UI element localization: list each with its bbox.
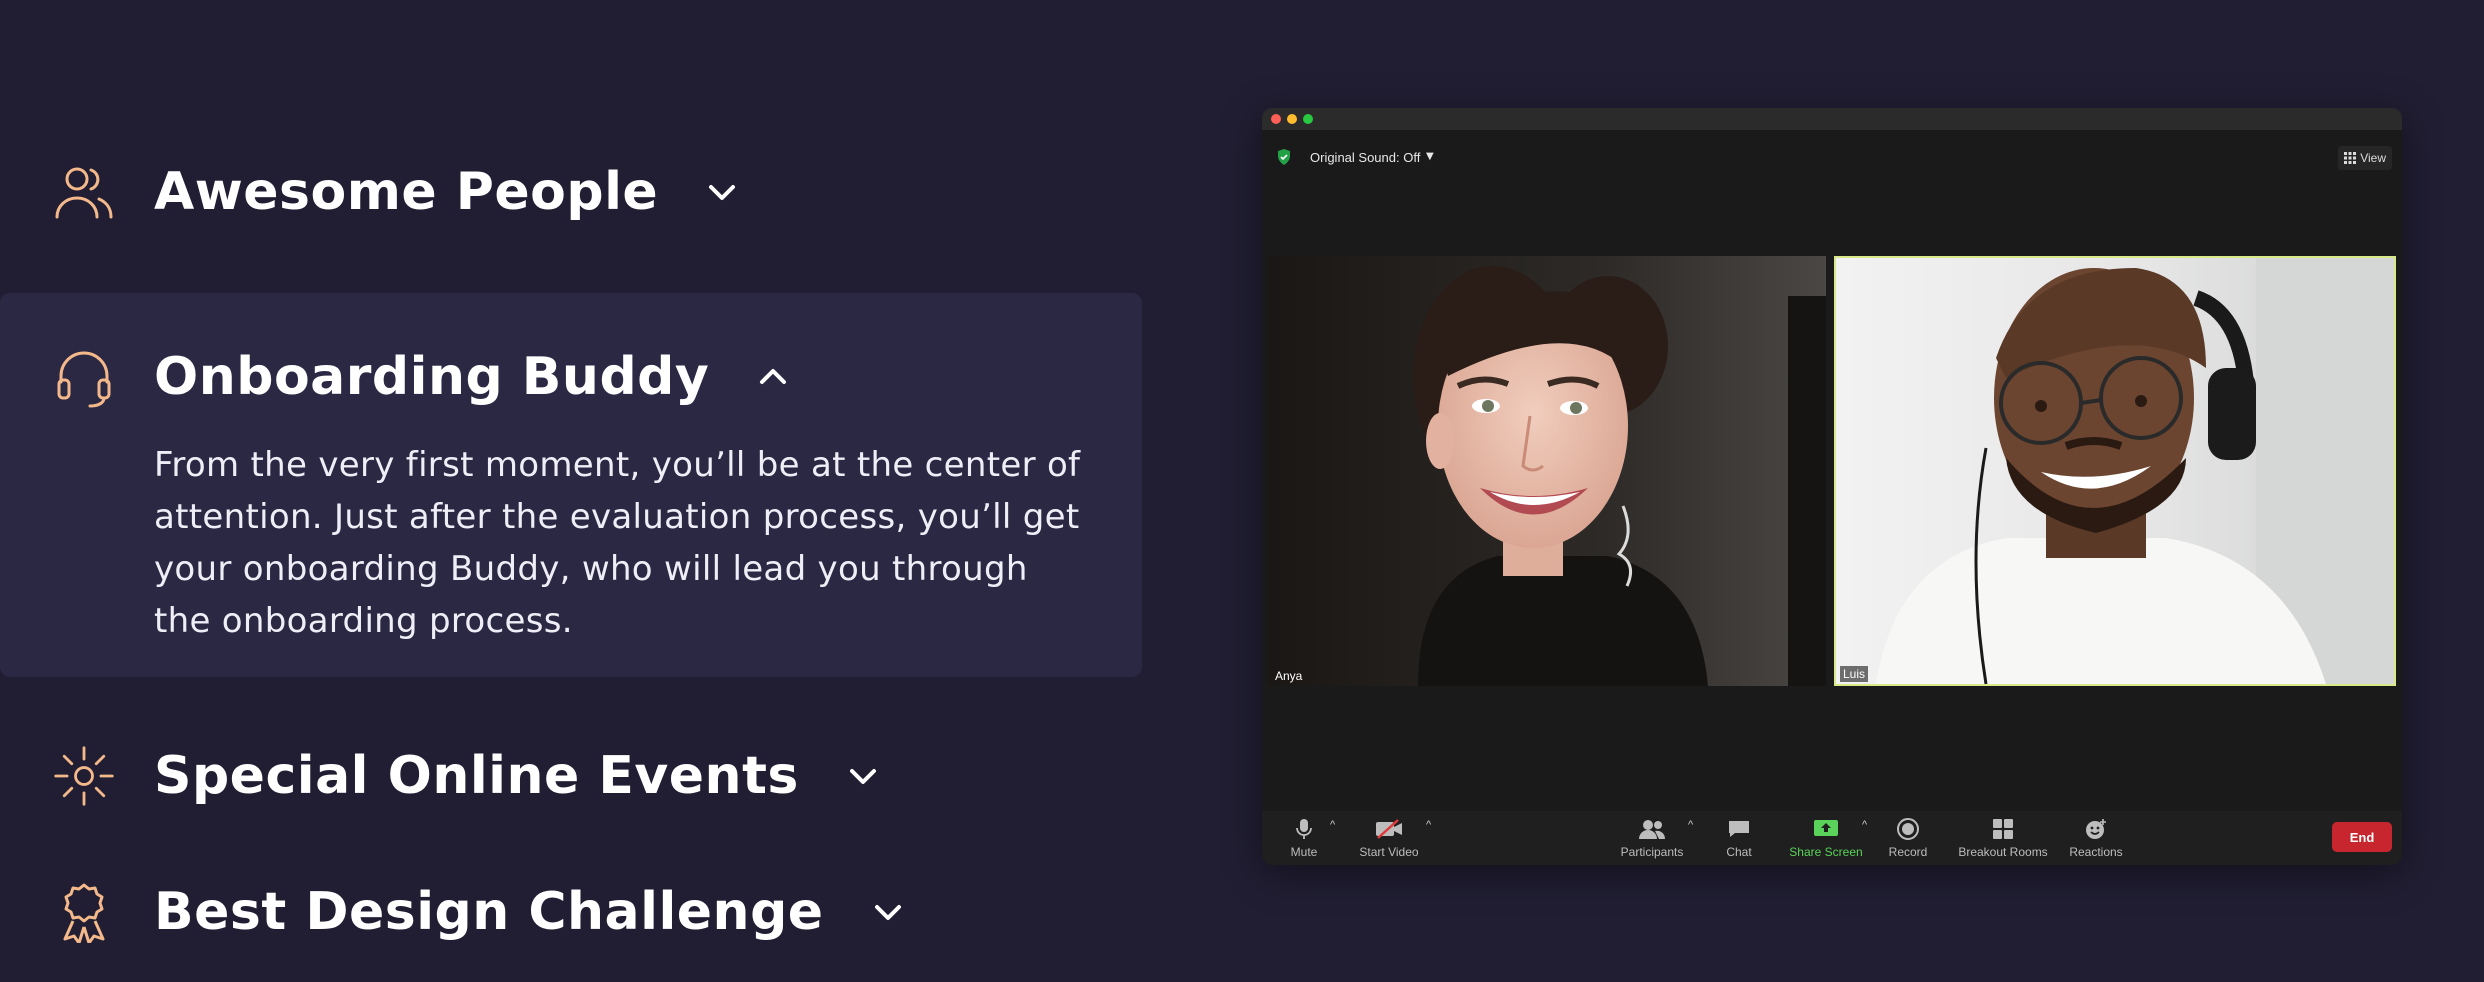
participant-video-image [1836, 258, 2394, 684]
accordion-header[interactable]: Best Design Challenge [0, 872, 1142, 952]
microphone-icon [1296, 817, 1312, 841]
reactions-icon [2085, 817, 2107, 841]
chevron-up-icon[interactable] [755, 359, 791, 395]
share-screen-button[interactable]: Share Screen [1786, 817, 1866, 859]
breakout-rooms-label: Breakout Rooms [1958, 845, 2048, 859]
maximize-window-button[interactable] [1303, 114, 1313, 124]
chat-label: Chat [1726, 845, 1752, 859]
caret-up-icon[interactable]: ^ [1426, 819, 1431, 831]
chat-icon [1727, 817, 1751, 841]
record-icon [1897, 817, 1919, 841]
participants-icon [1638, 817, 1666, 841]
call-topbar: Original Sound: Off ▼ View [1262, 144, 2402, 174]
breakout-rooms-icon [1992, 817, 2014, 841]
call-toolbar: Mute ^ Start Video ^ Participants ^ Chat [1262, 811, 2402, 865]
headset-icon [52, 345, 116, 409]
participant-name: Anya [1275, 669, 1303, 683]
participant-name: Luis [1840, 666, 1869, 682]
start-video-label: Start Video [1359, 845, 1419, 859]
record-button[interactable]: Record [1868, 817, 1948, 859]
minimize-window-button[interactable] [1287, 114, 1297, 124]
accordion-body: From the very first moment, you’ll be at… [154, 445, 1081, 641]
video-call-window: Original Sound: Off ▼ View Anya Luis Mut… [1262, 108, 2402, 865]
record-label: Record [1888, 845, 1928, 859]
window-titlebar [1262, 108, 2402, 130]
accordion-header[interactable]: Special Online Events [0, 736, 1142, 816]
participant-video-image [1268, 256, 1826, 686]
shield-icon[interactable] [1276, 148, 1292, 166]
mute-label: Mute [1290, 845, 1318, 859]
reactions-label: Reactions [2069, 845, 2123, 859]
caret-up-icon[interactable]: ^ [1688, 819, 1693, 831]
accordion-item-special-online-events[interactable]: Special Online Events [0, 736, 1142, 816]
grid-icon [2344, 152, 2357, 164]
share-screen-label: Share Screen [1789, 845, 1863, 859]
accordion-item-onboarding-buddy[interactable]: Onboarding Buddy From the very first mom… [0, 293, 1142, 677]
share-screen-icon [1813, 817, 1839, 841]
accordion-header[interactable]: Awesome People [0, 152, 1142, 232]
award-icon [52, 880, 116, 944]
chevron-down-icon[interactable] [704, 174, 740, 210]
caret-up-icon[interactable]: ^ [1330, 819, 1335, 831]
breakout-rooms-button[interactable]: Breakout Rooms [1958, 817, 2048, 859]
accordion-item-best-design-challenge[interactable]: Best Design Challenge [0, 872, 1142, 952]
accordion-title: Awesome People [154, 162, 659, 222]
end-call-button[interactable]: End [2332, 822, 2392, 852]
accordion-title: Best Design Challenge [154, 882, 824, 942]
video-off-icon [1375, 817, 1403, 841]
accordion-item-awesome-people[interactable]: Awesome People [0, 152, 1142, 232]
original-sound-toggle[interactable]: Original Sound: Off [1310, 150, 1420, 165]
view-label: View [2360, 151, 2386, 165]
participants-button[interactable]: Participants [1612, 817, 1692, 859]
benefits-accordion: Awesome People Onboarding Buddy From the… [0, 0, 1160, 982]
people-icon [52, 160, 116, 224]
caret-down-icon[interactable]: ▼ [1426, 151, 1434, 162]
participant-video-tile[interactable]: Anya [1268, 256, 1826, 686]
chevron-down-icon[interactable] [870, 894, 906, 930]
reactions-button[interactable]: Reactions [2056, 817, 2136, 859]
close-window-button[interactable] [1271, 114, 1281, 124]
chevron-down-icon[interactable] [845, 758, 881, 794]
view-button[interactable]: View [2338, 146, 2392, 170]
accordion-title: Special Online Events [154, 746, 799, 806]
chat-button[interactable]: Chat [1699, 817, 1779, 859]
participants-label: Participants [1620, 845, 1684, 859]
participant-video-tile-active-speaker[interactable]: Luis [1834, 256, 2396, 686]
start-video-button[interactable]: Start Video [1349, 817, 1429, 859]
sun-icon [52, 744, 116, 808]
accordion-title: Onboarding Buddy [154, 347, 710, 407]
accordion-header[interactable]: Onboarding Buddy [0, 337, 1142, 417]
caret-up-icon[interactable]: ^ [1862, 819, 1867, 831]
